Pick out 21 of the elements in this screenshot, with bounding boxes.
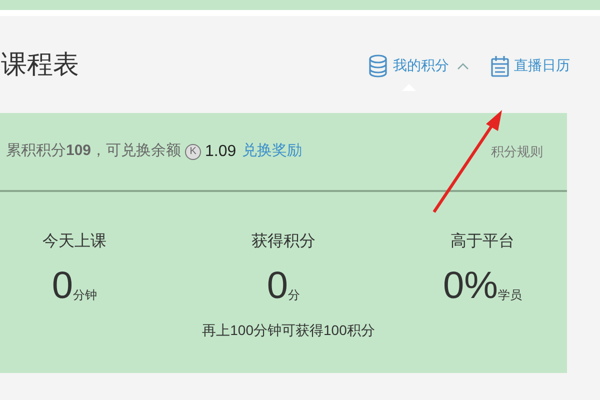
stat-unit: 分 [288,287,300,304]
hint-text: 再上100分钟可获得100积分 [201,321,376,340]
points-link[interactable]: 我的积分 [393,55,449,76]
rules-link[interactable]: 积分规则 [491,142,543,162]
stat-unit: 分钟 [73,287,98,304]
calendar-link[interactable]: 直播日历 [514,55,570,76]
points-summary: 累积积分109，可兑换余额 [6,141,182,162]
stat-value: 0 [52,266,74,306]
redeem-link[interactable]: 兑换奖励 [242,140,302,163]
stat-label: 今天上课 [42,232,106,252]
coin-stack-icon [368,54,388,78]
caret-icon[interactable] [457,62,469,70]
stat-value: 0% [443,266,498,306]
stat-unit: 学员 [498,287,522,304]
calendar-icon [491,54,509,76]
currency-icon: K [185,144,202,160]
page-title: 课程表 [1,48,79,81]
stat-label: 高于平台 [450,232,514,252]
balance-amount: 1.09 [205,142,236,162]
stat-label: 获得积分 [252,232,316,252]
stat-value: 0 [266,266,288,306]
